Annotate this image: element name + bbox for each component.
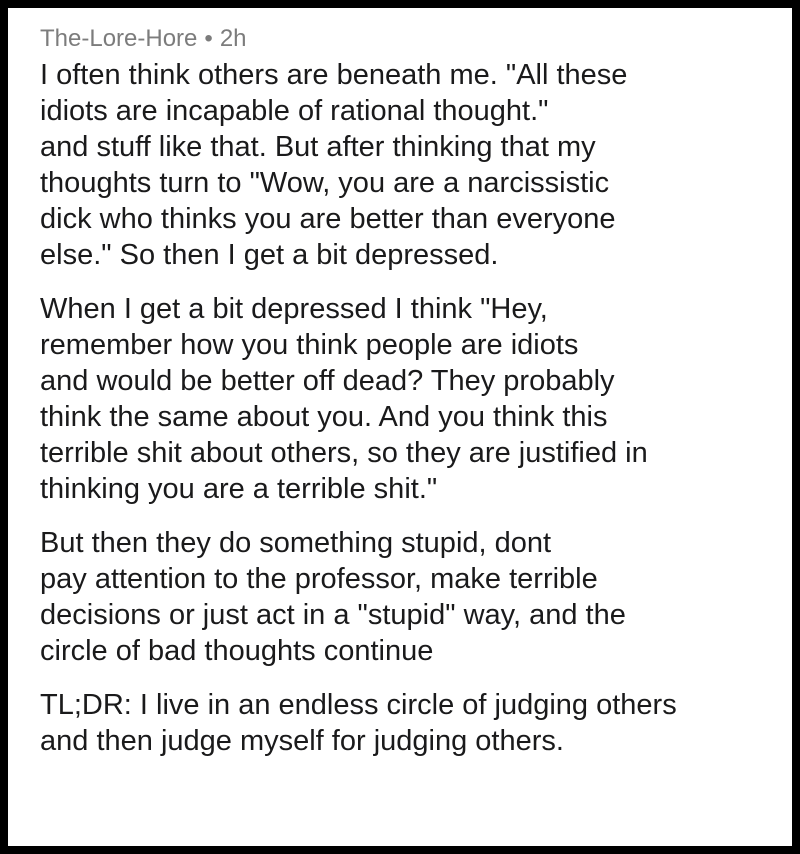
comment-body: I often think others are beneath me. "Al… [40, 57, 792, 759]
comment-text-line: decisions or just act in a "stupid" way,… [40, 599, 626, 631]
meta-separator: • [204, 25, 213, 52]
comment-text-line: TL;DR: I live in an endless circle of ju… [40, 689, 677, 721]
comment-text-line: else." So then I get a bit depressed. [40, 239, 499, 271]
comment-text-line: dick who thinks you are better than ever… [40, 203, 616, 235]
comment-age: 2h [219, 25, 247, 52]
comment-card: The-Lore-Hore • 2h I often think others ar… [8, 8, 792, 846]
comment-text-line: and would be better off dead? They proba… [40, 365, 615, 397]
comment-text-line: thinking you are a terrible shit." [40, 473, 438, 505]
comment-text-line: terrible shit about others, so they are … [40, 437, 648, 469]
comment-text-line: But then they do something stupid, dont [40, 527, 552, 559]
comment-text-line: circle of bad thoughts continue [40, 635, 434, 667]
comment-text-line: pay attention to the professor, make ter… [40, 563, 598, 595]
author-username[interactable]: The-Lore-Hore [40, 25, 197, 52]
comment-text-line: think the same about you. And you think … [40, 401, 608, 433]
comment-header: The-Lore-Hore • 2h [40, 25, 792, 53]
comment-text-line: remember how you think people are idiots [40, 329, 579, 361]
comment-text-line: and stuff like that. But after thinking … [40, 131, 596, 163]
comment-paragraph: When I get a bit depressed I think "Hey,… [40, 291, 792, 507]
comment-text-line: and then judge myself for judging others… [40, 725, 564, 757]
comment-paragraph: TL;DR: I live in an endless circle of ju… [40, 687, 792, 759]
comment-text-line: idiots are incapable of rational thought… [40, 95, 549, 127]
comment-text-line: I often think others are beneath me. "Al… [40, 59, 628, 91]
comment-text-line: When I get a bit depressed I think "Hey, [40, 293, 548, 325]
comment-text-line: thoughts turn to "Wow, you are a narciss… [40, 167, 610, 199]
comment-paragraph: I often think others are beneath me. "Al… [40, 57, 792, 273]
comment-paragraph: But then they do something stupid, dont … [40, 525, 792, 669]
